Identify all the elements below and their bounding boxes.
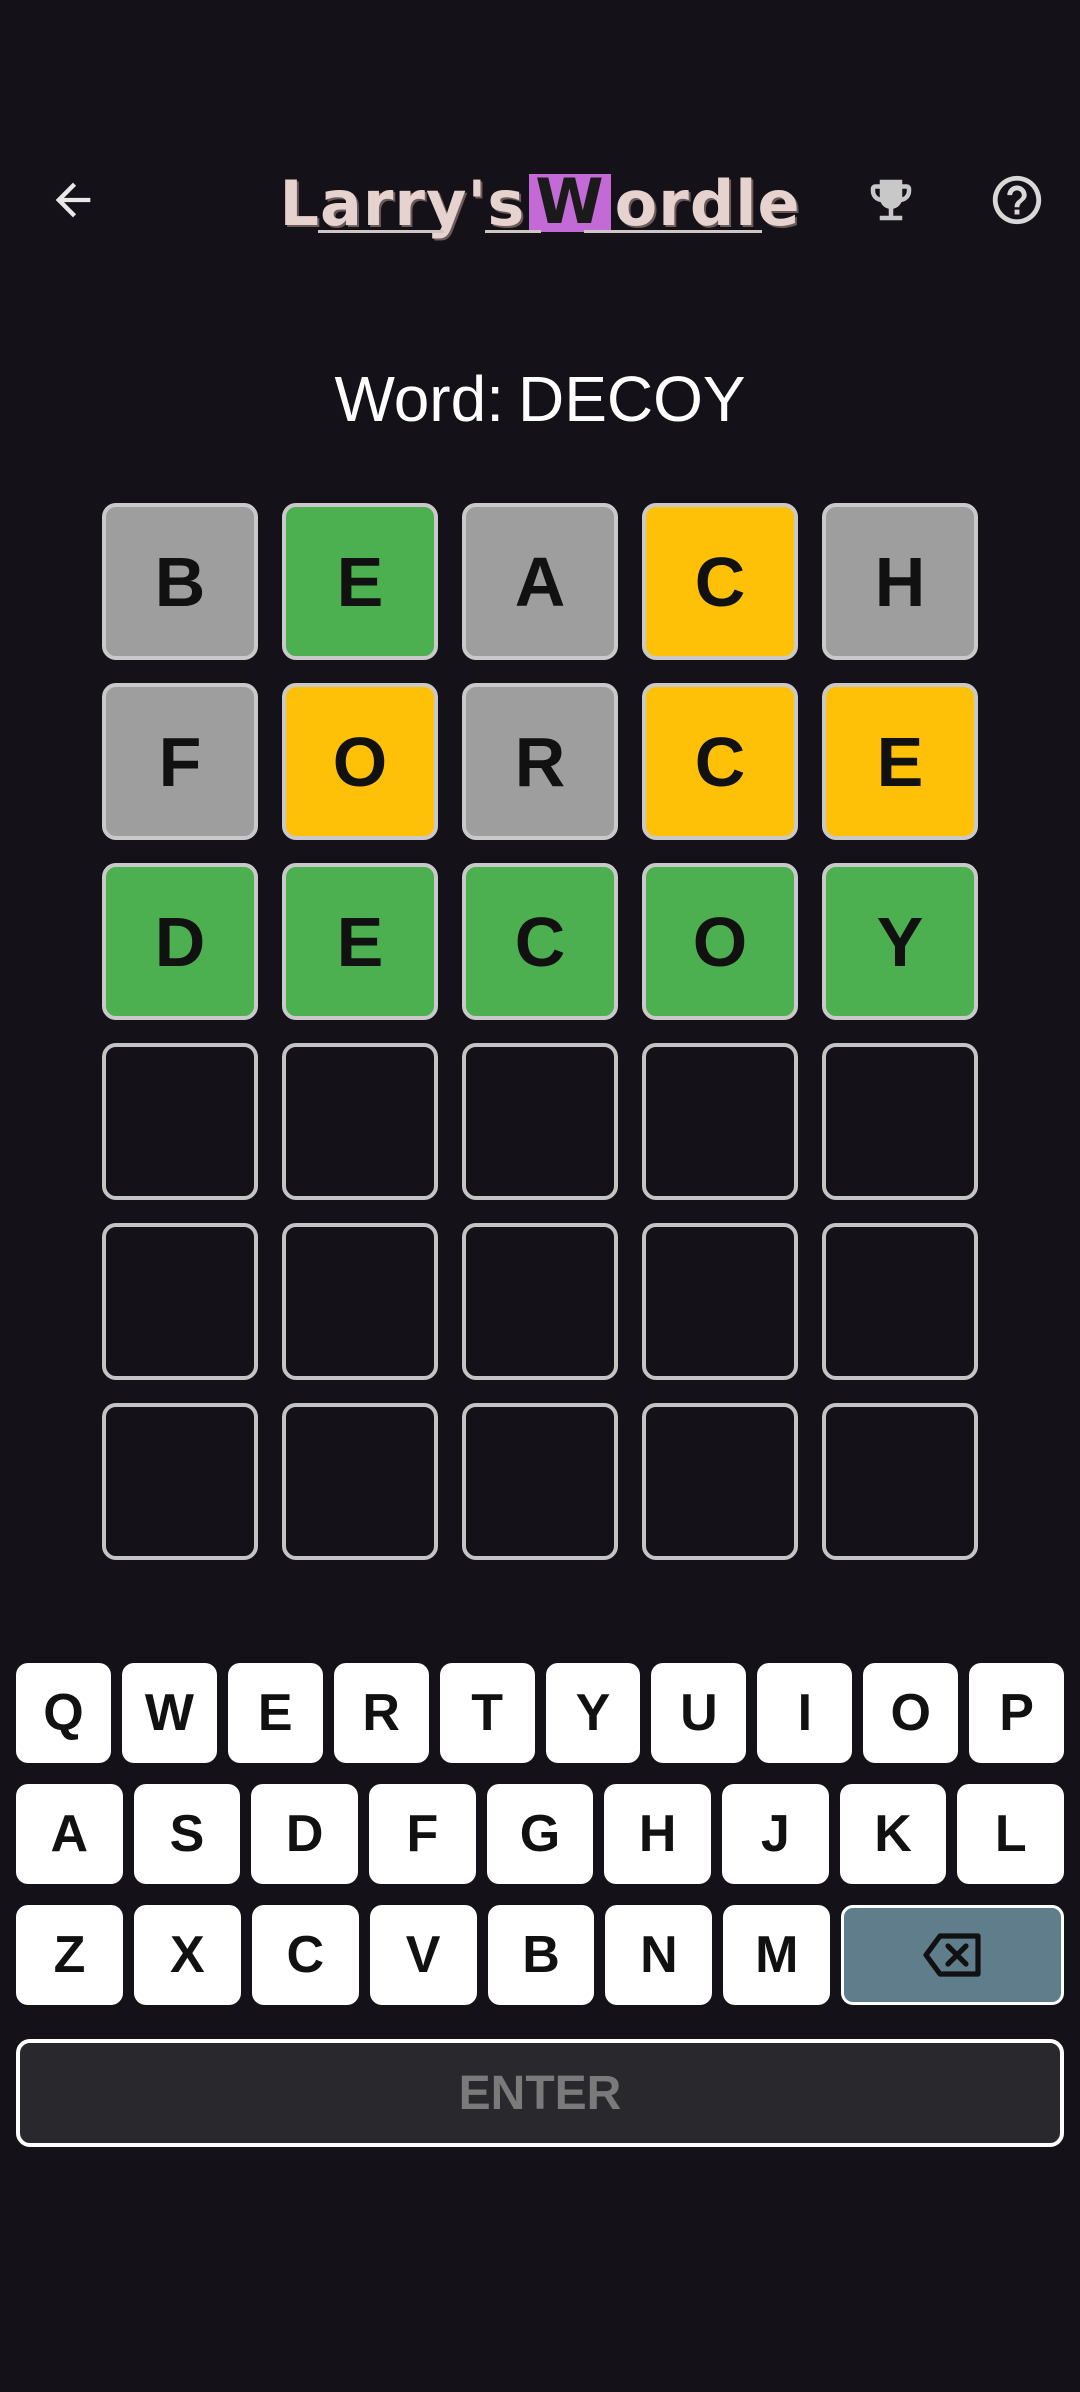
board-tile: Y bbox=[822, 863, 978, 1020]
board-tile: A bbox=[462, 503, 618, 660]
board-row bbox=[102, 1223, 978, 1380]
board-tile bbox=[822, 1223, 978, 1380]
logo-underline bbox=[318, 230, 444, 233]
key-x[interactable]: X bbox=[133, 1905, 241, 2005]
board-tile: C bbox=[462, 863, 618, 1020]
board-tile: E bbox=[282, 863, 438, 1020]
board-tile bbox=[642, 1223, 798, 1380]
key-i[interactable]: I bbox=[757, 1663, 853, 1763]
key-w[interactable]: W bbox=[121, 1663, 217, 1763]
word-label-prefix: Word: bbox=[334, 363, 504, 435]
logo-prefix: Larry's bbox=[279, 166, 526, 240]
logo-underline bbox=[584, 230, 762, 233]
key-y[interactable]: Y bbox=[545, 1663, 641, 1763]
game-board: BEACHFORCEDECOY bbox=[102, 503, 978, 1583]
leaderboard-button[interactable] bbox=[846, 155, 936, 245]
target-word-label: Word: DECOY bbox=[0, 362, 1080, 436]
logo-suffix: ordle bbox=[614, 166, 801, 240]
board-tile bbox=[462, 1403, 618, 1560]
board-tile: C bbox=[642, 503, 798, 660]
app-logo: Larry's Wordle bbox=[279, 158, 799, 248]
keyboard-row-1: QWERTYUIOP bbox=[16, 1663, 1065, 1763]
key-r[interactable]: R bbox=[333, 1663, 429, 1763]
target-word: DECOY bbox=[517, 363, 746, 435]
key-m[interactable]: M bbox=[723, 1905, 831, 2005]
key-s[interactable]: S bbox=[133, 1784, 241, 1884]
key-v[interactable]: V bbox=[369, 1905, 477, 2005]
board-tile: H bbox=[822, 503, 978, 660]
key-k[interactable]: K bbox=[839, 1784, 947, 1884]
keyboard-row-2: ASDFGHJKL bbox=[16, 1784, 1065, 1884]
key-c[interactable]: C bbox=[251, 1905, 359, 2005]
board-tile bbox=[822, 1403, 978, 1560]
key-q[interactable]: Q bbox=[16, 1663, 111, 1763]
board-tile bbox=[462, 1223, 618, 1380]
board-tile bbox=[102, 1043, 258, 1200]
help-circle-icon bbox=[992, 175, 1042, 225]
board-tile bbox=[282, 1223, 438, 1380]
board-tile: F bbox=[102, 683, 258, 840]
board-tile bbox=[282, 1043, 438, 1200]
key-b[interactable]: B bbox=[487, 1905, 595, 2005]
logo-highlight: W bbox=[529, 171, 611, 233]
backspace-icon bbox=[923, 1933, 981, 1977]
key-a[interactable]: A bbox=[16, 1784, 123, 1884]
key-f[interactable]: F bbox=[369, 1784, 476, 1884]
board-tile: C bbox=[642, 683, 798, 840]
key-u[interactable]: U bbox=[651, 1663, 747, 1763]
board-tile: D bbox=[102, 863, 258, 1020]
key-l[interactable]: L bbox=[957, 1784, 1065, 1884]
board-row: DECOY bbox=[102, 863, 978, 1020]
enter-button[interactable]: ENTER bbox=[16, 2039, 1064, 2147]
board-tile: O bbox=[282, 683, 438, 840]
key-z[interactable]: Z bbox=[16, 1905, 123, 2005]
board-tile bbox=[462, 1043, 618, 1200]
board-tile bbox=[102, 1403, 258, 1560]
key-e[interactable]: E bbox=[227, 1663, 323, 1763]
logo-underline bbox=[485, 230, 541, 233]
keyboard-row-3: ZXCVBNM bbox=[16, 1905, 1065, 2005]
board-tile: R bbox=[462, 683, 618, 840]
board-tile: E bbox=[282, 503, 438, 660]
board-tile: B bbox=[102, 503, 258, 660]
key-o[interactable]: O bbox=[863, 1663, 959, 1763]
key-h[interactable]: H bbox=[604, 1784, 712, 1884]
board-row bbox=[102, 1043, 978, 1200]
arrow-left-icon bbox=[55, 182, 91, 218]
key-g[interactable]: G bbox=[486, 1784, 594, 1884]
board-tile: E bbox=[822, 683, 978, 840]
board-tile bbox=[102, 1223, 258, 1380]
key-d[interactable]: D bbox=[251, 1784, 359, 1884]
board-tile bbox=[282, 1403, 438, 1560]
trophy-icon bbox=[870, 179, 912, 221]
key-t[interactable]: T bbox=[439, 1663, 535, 1763]
key-j[interactable]: J bbox=[722, 1784, 829, 1884]
board-row: FORCE bbox=[102, 683, 978, 840]
key-n[interactable]: N bbox=[605, 1905, 713, 2005]
app-header: Larry's Wordle bbox=[0, 140, 1080, 260]
backspace-button[interactable] bbox=[841, 1905, 1065, 2005]
board-tile: O bbox=[642, 863, 798, 1020]
key-p[interactable]: P bbox=[969, 1663, 1065, 1763]
help-button[interactable] bbox=[972, 155, 1062, 245]
board-tile bbox=[822, 1043, 978, 1200]
board-row bbox=[102, 1403, 978, 1560]
back-button[interactable] bbox=[28, 155, 118, 245]
board-row: BEACH bbox=[102, 503, 978, 660]
board-tile bbox=[642, 1403, 798, 1560]
board-tile bbox=[642, 1043, 798, 1200]
